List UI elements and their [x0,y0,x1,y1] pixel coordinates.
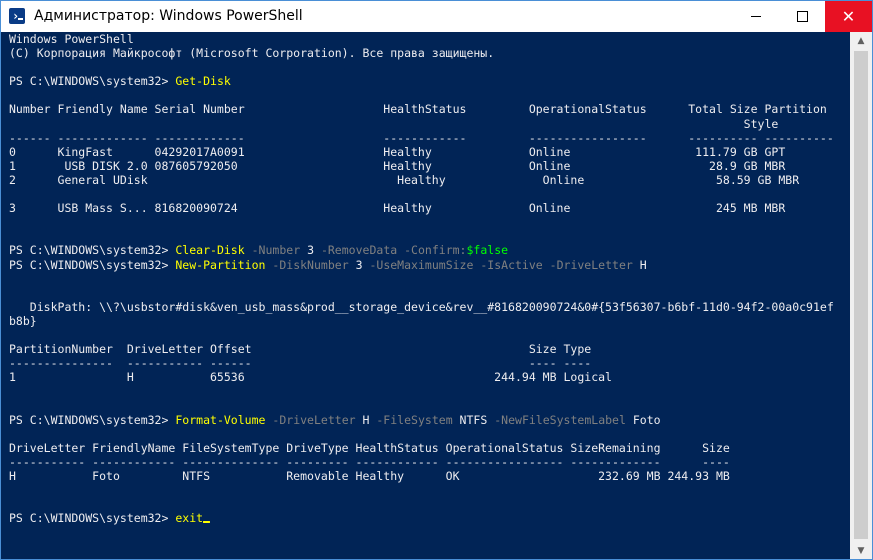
output-text: H [639,257,647,272]
output-text: ----------- ------------ -------------- … [9,454,730,469]
scrollbar-thumb[interactable] [854,51,868,539]
output-text: Windows PowerShell [9,32,134,46]
variable-token: $false [466,243,509,258]
close-icon: ✕ [841,6,856,26]
output-text: PS C:\WINDOWS\system32> [9,243,176,258]
console-line: Style [9,117,834,131]
output-text: b8b} [9,313,37,328]
output-text: 2 General UDisk Healthy Online 58.59 GB … [9,172,800,187]
console-line: Number Friendly Name Serial Number Healt… [9,102,834,116]
console-line: PS C:\WINDOWS\system32> Format-Volume -D… [9,413,834,427]
vertical-scrollbar[interactable]: ▲ ▼ [850,32,872,559]
command-token: exit [175,511,204,526]
console-line: H Foto NTFS Removable Healthy OK 232.69 … [9,469,834,483]
console-line: PS C:\WINDOWS\system32> New-Partition -D… [9,258,834,272]
parameter-token: -RemoveData -Confirm: [314,243,467,258]
output-text: PS C:\WINDOWS\system32> [9,257,176,272]
output-text: 1 USB DISK 2.0 087605792050 Healthy Onli… [9,158,786,173]
output-text: ------ ------------- ------------- -----… [9,130,834,145]
text-cursor [203,521,210,524]
output-text: 0 KingFast 04292017A0091 Healthy Online … [9,144,786,159]
powershell-icon[interactable]: › [9,8,25,24]
console-line: 2 General UDisk Healthy Online 58.59 GB … [9,173,834,187]
command-token: Format-Volume [175,412,266,427]
console-line: 1 USB DISK 2.0 087605792050 Healthy Onli… [9,159,834,173]
console-line: 1 H 65536 244.94 MB Logical [9,370,834,384]
close-button[interactable]: ✕ [825,1,872,32]
title-bar[interactable]: › Администратор: Windows PowerShell ✕ [1,1,872,32]
window-title: Администратор: Windows PowerShell [34,8,303,24]
output-text: (C) Корпорация Майкрософт (Microsoft Cor… [9,46,495,61]
output-text: PartitionNumber DriveLetter Offset Size … [9,342,592,357]
output-text: DriveLetter FriendlyName FileSystemType … [9,440,730,455]
parameter-token: -Number [244,243,308,258]
console-line: PS C:\WINDOWS\system32> Clear-Disk -Numb… [9,243,834,257]
minimize-icon [751,16,761,17]
output-text: --------------- ----------- ------ ---- … [9,356,592,371]
minimize-button[interactable] [733,1,779,32]
console-lines: Windows PowerShell (C) Корпорация Майкрос… [9,32,834,525]
output-text: Number Friendly Name Serial Number Healt… [9,102,827,117]
console-line: (C) Корпорация Майкрософт (Microsoft Cor… [9,46,834,60]
console-line: DiskPath: \\?\usbstor#disk&ven_usb_mass&… [9,300,834,314]
parameter-token: -DiskNumber [265,257,356,272]
powershell-window: › Администратор: Windows PowerShell ✕ Wi… [0,0,873,560]
console-line: PS C:\WINDOWS\system32> exit [9,511,834,525]
console-line: --------------- ----------- ------ ---- … [9,356,834,370]
output-text: 3 [307,243,315,258]
console-line: ----------- ------------ -------------- … [9,455,834,469]
output-text: PS C:\WINDOWS\system32> [9,74,176,89]
maximize-icon [796,11,808,22]
console-line: 0 KingFast 04292017A0091 Healthy Online … [9,145,834,159]
output-text: NTFS [459,412,488,427]
console-line: PS C:\WINDOWS\system32> Get-Disk [9,74,834,88]
output-text: 3 [355,257,363,272]
parameter-token: -UseMaximumSize -IsActive -DriveLetter [362,257,640,272]
output-text: 1 H 65536 244.94 MB Logical [9,370,613,385]
output-text: DiskPath: \\?\usbstor#disk&ven_usb_mass&… [9,299,834,314]
output-text: H Foto NTFS Removable Healthy OK 232.69 … [9,468,730,483]
scroll-down-arrow-icon[interactable]: ▼ [850,542,872,559]
console-line: Windows PowerShell [9,32,834,46]
output-text: PS C:\WINDOWS\system32> [9,412,176,427]
parameter-token: -NewFileSystemLabel [487,412,633,427]
output-text: Style [9,116,779,131]
command-token: Get-Disk [175,74,231,89]
command-token: Clear-Disk [175,243,245,258]
parameter-token: -DriveLetter [265,412,363,427]
parameter-token: -FileSystem [369,412,460,427]
command-token: New-Partition [175,257,266,272]
console-line: 3 USB Mass S... 816820090724 Healthy Onl… [9,201,834,215]
output-text: PS C:\WINDOWS\system32> [9,511,176,526]
console-line: PartitionNumber DriveLetter Offset Size … [9,342,834,356]
console-line: ------ ------------- ------------- -----… [9,131,834,145]
console-line: b8b} [9,314,834,328]
output-text: H [362,412,370,427]
maximize-button[interactable] [779,1,825,32]
scroll-up-arrow-icon[interactable]: ▲ [850,32,872,49]
output-text: Foto [632,412,661,427]
console-output-area[interactable]: Windows PowerShell (C) Корпорация Майкрос… [1,32,850,559]
console-line: DriveLetter FriendlyName FileSystemType … [9,441,834,455]
output-text: 3 USB Mass S... 816820090724 Healthy Onl… [9,201,786,216]
